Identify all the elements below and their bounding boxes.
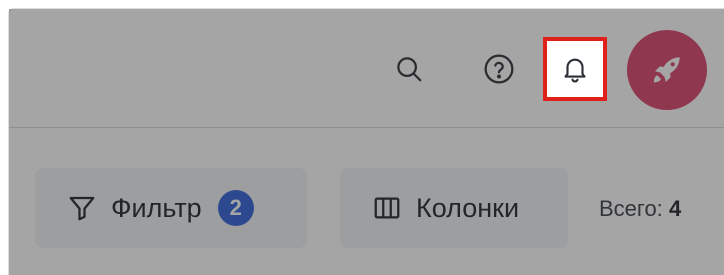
rocket-icon [653,57,680,83]
top-bar [9,9,724,128]
filter-count-badge: 2 [217,190,254,226]
columns-icon [372,193,402,223]
notifications-button[interactable] [543,37,607,101]
help-button[interactable] [477,47,521,91]
page: Фильтр 2 Колонки Всего: 4 [8,8,724,275]
columns-button[interactable]: Колонки [340,168,568,248]
total-value: 4 [668,196,682,221]
help-circle-icon [484,54,514,84]
app-frame: Фильтр 2 Колонки Всего: 4 [0,0,724,275]
filter-label: Фильтр [111,192,202,223]
total-label: Всего: [599,196,663,221]
filter-button[interactable]: Фильтр 2 [35,168,307,248]
search-button[interactable] [387,47,431,91]
columns-label: Колонки [416,192,520,223]
avatar[interactable] [627,30,707,110]
search-icon [397,57,422,82]
bell-icon [564,58,586,83]
list-toolbar: Фильтр 2 Колонки Всего: 4 [9,128,724,275]
filter-icon [67,193,97,223]
total-count: Всего: 4 [599,196,681,222]
